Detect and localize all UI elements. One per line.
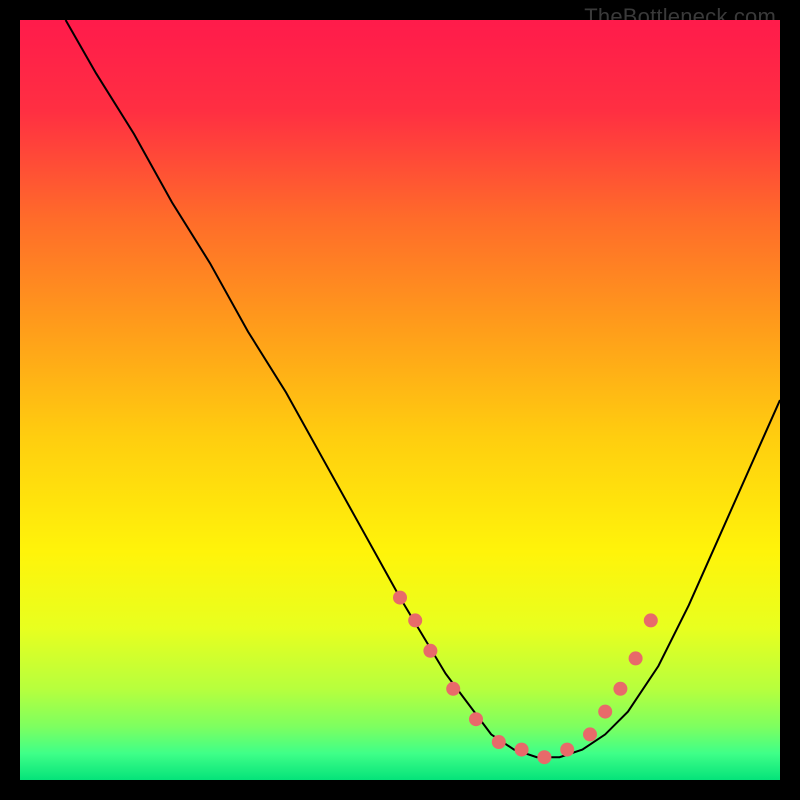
highlight-dot (613, 682, 627, 696)
highlight-dot (393, 591, 407, 605)
highlight-dot (423, 644, 437, 658)
highlight-dot (560, 743, 574, 757)
bottleneck-curve (66, 20, 780, 757)
highlight-dot (408, 613, 422, 627)
highlight-dot (644, 613, 658, 627)
plot-area (20, 20, 780, 780)
highlight-dot (537, 750, 551, 764)
highlight-dot (629, 651, 643, 665)
curve-layer (20, 20, 780, 780)
highlight-dots (393, 591, 658, 765)
highlight-dot (598, 705, 612, 719)
highlight-dot (469, 712, 483, 726)
highlight-dot (446, 682, 460, 696)
highlight-dot (583, 727, 597, 741)
highlight-dot (515, 743, 529, 757)
chart-frame: TheBottleneck.com (0, 0, 800, 800)
highlight-dot (492, 735, 506, 749)
